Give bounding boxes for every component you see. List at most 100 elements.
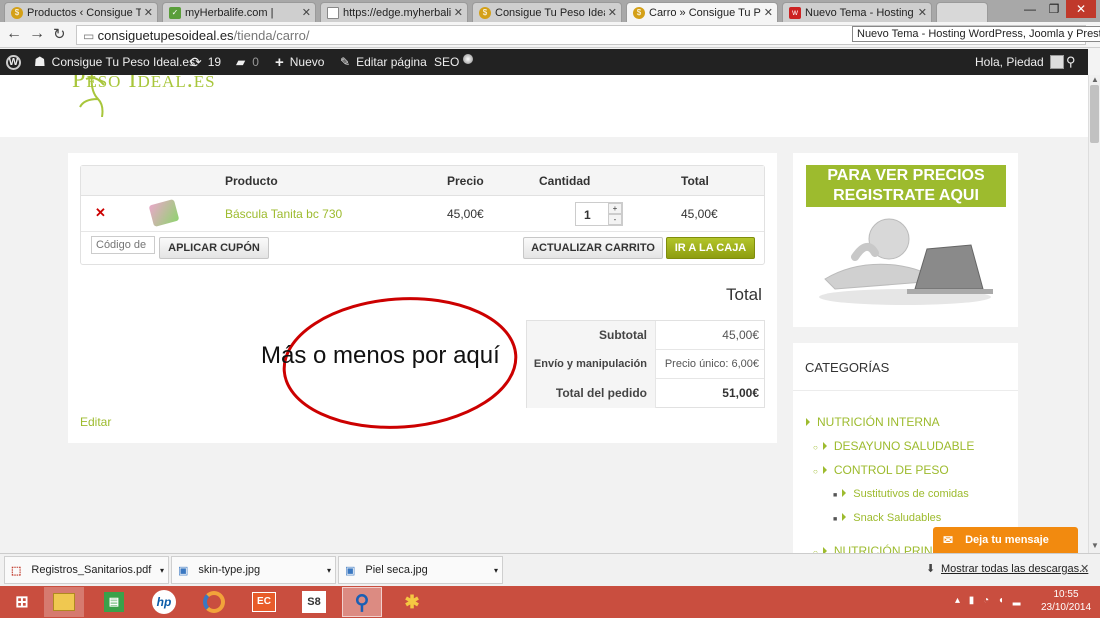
app-calendar-icon[interactable]: S8 bbox=[294, 587, 334, 617]
comments-counter[interactable]: ▰ 0 bbox=[236, 49, 259, 75]
app-ec-icon[interactable]: EC bbox=[244, 587, 284, 617]
divider bbox=[793, 390, 1018, 391]
quantity-plus-button[interactable]: + bbox=[608, 203, 622, 214]
ad-banner[interactable]: PARA VER PRECIOS REGISTRATE AQUI bbox=[806, 165, 1006, 207]
clock[interactable]: 10:55 23/10/2014 bbox=[1036, 588, 1096, 614]
system-tray-icons[interactable]: ▴ ▮ ◔ ◖ ▂ bbox=[955, 595, 1023, 606]
quantity-minus-button[interactable]: - bbox=[608, 214, 622, 225]
account-menu[interactable]: Hola, Piedad bbox=[975, 49, 1064, 75]
category-label: Sustitutivos de comidas bbox=[853, 488, 969, 500]
category-item[interactable]: NUTRICIÓN INTERNA bbox=[806, 415, 940, 429]
sidebar-register-ad[interactable]: PARA VER PRECIOS REGISTRATE AQUI bbox=[793, 153, 1018, 327]
app-swirl-icon[interactable] bbox=[194, 587, 234, 617]
close-tab-icon[interactable]: ✕ bbox=[918, 6, 927, 19]
site-favicon-icon: $ bbox=[479, 6, 491, 19]
category-item[interactable]: ○ NUTRICIÓN PRINC bbox=[813, 544, 941, 553]
close-tab-icon[interactable]: ✕ bbox=[454, 6, 463, 19]
wordpress-logo-icon[interactable]: W bbox=[6, 49, 21, 75]
category-item[interactable]: ○ DESAYUNO SALUDABLE bbox=[813, 439, 974, 453]
cart-totals-title: Total bbox=[726, 285, 762, 304]
category-label: Snack Saludables bbox=[853, 512, 942, 524]
site-logo[interactable]: Peso Ideal.es bbox=[72, 75, 216, 94]
windows-taskbar: ⊞ ▤ hp EC S8 ⚲ ✱ ▴ ▮ ◔ ◖ ▂ 10:55 23/10/2… bbox=[0, 586, 1100, 618]
cart-totals-table: Subtotal 45,00€ Envío y manipulación Pre… bbox=[526, 320, 765, 408]
scrollbar-thumb[interactable] bbox=[1090, 85, 1099, 143]
product-link[interactable]: Báscula Tanita bc 730 bbox=[225, 207, 342, 221]
close-tab-icon[interactable]: ✕ bbox=[302, 6, 311, 19]
tab-consigue-tu-peso[interactable]: $ Consigue Tu Peso Ideal.es ✕ bbox=[472, 2, 622, 22]
new-content-menu[interactable]: + Nuevo bbox=[275, 49, 324, 75]
message-button-label: Deja tu mensaje bbox=[965, 534, 1049, 546]
app-puzzle-icon[interactable]: ✱ bbox=[392, 587, 432, 617]
chevron-down-icon[interactable]: ▾ bbox=[160, 566, 164, 575]
page-scrollbar[interactable]: ▲ ▼ bbox=[1088, 75, 1100, 553]
leave-message-button[interactable]: ✉ Deja tu mensaje bbox=[933, 527, 1078, 553]
search-app-icon[interactable]: ⚲ bbox=[342, 587, 382, 617]
table-row: ✕ Báscula Tanita bc 730 45,00€ 1 + - 45,… bbox=[81, 196, 764, 232]
store-icon[interactable]: ▤ bbox=[94, 587, 134, 617]
close-downloads-icon[interactable]: ✕ bbox=[1080, 562, 1089, 575]
category-item[interactable]: ■ Snack Saludables bbox=[833, 512, 941, 524]
site-favicon-icon: $ bbox=[633, 6, 645, 19]
tab-productos[interactable]: $ Productos ‹ Consigue Tu Pes ✕ bbox=[4, 2, 158, 22]
forward-arrow-icon[interactable]: → bbox=[29, 25, 45, 43]
updates-counter[interactable]: ⟳ 19 bbox=[190, 49, 221, 75]
chevron-down-icon[interactable]: ▾ bbox=[327, 566, 331, 575]
quantity-stepper[interactable]: 1 + - bbox=[575, 202, 623, 226]
category-item[interactable]: ■ Sustitutivos de comidas bbox=[833, 488, 969, 500]
download-filename: Registros_Sanitarios.pdf bbox=[31, 564, 152, 576]
hp-icon[interactable]: hp bbox=[144, 587, 184, 617]
chevron-down-icon[interactable]: ▾ bbox=[494, 566, 498, 575]
hosting-favicon-icon: w bbox=[789, 6, 801, 19]
product-thumbnail[interactable] bbox=[148, 199, 180, 227]
category-label: NUTRICIÓN PRINC bbox=[833, 544, 942, 553]
scroll-up-icon[interactable]: ▲ bbox=[1091, 75, 1099, 84]
seo-menu[interactable]: SEO bbox=[434, 49, 474, 75]
admin-site-name[interactable]: ☗ Consigue Tu Peso Ideal.es bbox=[34, 49, 195, 75]
restore-icon[interactable]: ❐ bbox=[1042, 0, 1066, 18]
category-item[interactable]: ○ CONTROL DE PESO bbox=[813, 463, 949, 477]
remove-item-icon[interactable]: ✕ bbox=[95, 205, 106, 221]
windows-start-icon[interactable]: ⊞ bbox=[2, 587, 42, 617]
download-item[interactable]: ▣ Piel seca.jpg ▾ bbox=[338, 556, 503, 584]
edit-page-link[interactable]: ✎ Editar página bbox=[340, 49, 427, 75]
page-icon: ▭ bbox=[83, 29, 98, 43]
back-arrow-icon[interactable]: ← bbox=[6, 25, 22, 43]
new-tab-button[interactable] bbox=[936, 2, 988, 22]
scroll-down-icon[interactable]: ▼ bbox=[1091, 541, 1099, 550]
image-file-icon: ▣ bbox=[178, 564, 189, 577]
page-content: Peso Ideal.es Producto Precio Cantidad T… bbox=[0, 75, 1088, 553]
checkout-button[interactable]: IR A LA CAJA bbox=[666, 237, 755, 259]
close-tab-icon[interactable]: ✕ bbox=[144, 6, 153, 19]
header-quantity: Cantidad bbox=[539, 174, 591, 188]
seo-label: SEO bbox=[434, 55, 460, 69]
tab-nuevo-tema[interactable]: w Nuevo Tema - Hosting Wo ✕ bbox=[782, 2, 932, 22]
close-tab-icon[interactable]: ✕ bbox=[764, 6, 773, 19]
comment-icon: ▰ bbox=[236, 55, 246, 69]
close-window-icon[interactable]: ✕ bbox=[1066, 0, 1096, 18]
subtotal-value: 45,00€ bbox=[655, 321, 764, 350]
caret-right-icon bbox=[842, 489, 847, 497]
tab-edge-myherbalife[interactable]: https://edge.myherbalife. ✕ bbox=[320, 2, 468, 22]
quantity-value[interactable]: 1 bbox=[584, 208, 591, 222]
coupon-input[interactable] bbox=[91, 236, 155, 254]
download-item[interactable]: ⬚ Registros_Sanitarios.pdf ▾ bbox=[4, 556, 169, 584]
minimize-icon[interactable]: — bbox=[1018, 0, 1042, 18]
reload-icon[interactable]: ↻ bbox=[53, 25, 66, 43]
annotation-text: Más o menos por aquí bbox=[261, 342, 500, 369]
tab-carro[interactable]: $ Carro » Consigue Tu Peso ✕ bbox=[626, 2, 778, 22]
table-header-row bbox=[81, 166, 764, 196]
search-icon[interactable]: ⚲ bbox=[1066, 49, 1076, 75]
download-item[interactable]: ▣ skin-type.jpg ▾ bbox=[171, 556, 336, 584]
apply-coupon-button[interactable]: APLICAR CUPÓN bbox=[159, 237, 269, 259]
product-price: 45,00€ bbox=[447, 207, 484, 221]
file-explorer-icon[interactable] bbox=[44, 587, 84, 617]
tab-myherbalife[interactable]: ✓ myHerbalife.com | ✕ bbox=[162, 2, 316, 22]
category-label: NUTRICIÓN INTERNA bbox=[817, 415, 940, 429]
edit-link[interactable]: Editar bbox=[80, 415, 111, 429]
close-tab-icon[interactable]: ✕ bbox=[608, 6, 617, 19]
subtotal-row: Subtotal 45,00€ bbox=[527, 321, 764, 350]
update-cart-button[interactable]: ACTUALIZAR CARRITO bbox=[523, 237, 663, 259]
page-favicon-icon bbox=[327, 6, 339, 19]
show-all-downloads-link[interactable]: Mostrar todas las descargas... bbox=[941, 563, 1088, 575]
